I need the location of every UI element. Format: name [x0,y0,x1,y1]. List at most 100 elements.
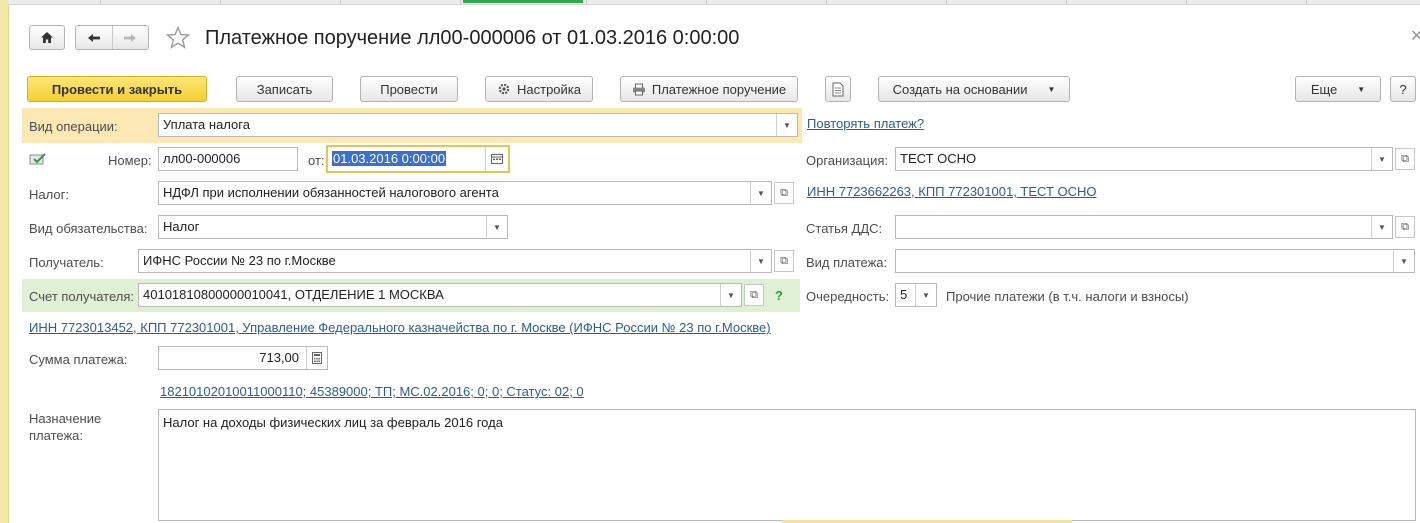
document-icon [832,82,844,96]
priority-select[interactable]: 5 ▼ [895,283,937,307]
tax-value: НДФЛ при исполнении обязанностей налогов… [163,185,499,200]
dropdown-arrow-icon[interactable]: ▼ [915,284,936,306]
organization-label: Организация: [806,153,889,168]
more-button[interactable]: Еще ▼ [1295,76,1381,102]
open-icon: ⧉ [1401,220,1409,233]
open-windows-strip [8,0,1420,5]
open-organization-button[interactable]: ⧉ [1395,148,1415,170]
date-field[interactable]: 01.03.2016 0:00:00 [326,145,510,173]
obligation-value: Налог [163,219,200,234]
purpose-value: Налог на доходы физических лиц за феврал… [163,415,503,430]
number-label: Номер: [108,153,152,168]
tax-field[interactable]: НДФЛ при исполнении обязанностей налогов… [158,181,772,205]
dropdown-arrow-icon[interactable]: ▼ [750,250,771,272]
tax-details-link[interactable]: 18210102010011000110; 45389000; ТП; МС.0… [160,384,584,399]
organization-value: ТЕСТ ОСНО [900,151,977,166]
arrow-left-icon [87,33,100,42]
recipient-account-field[interactable]: 40101810800000010041, ОТДЕЛЕНИЕ 1 МОСКВА… [138,283,742,307]
dropdown-arrow-icon[interactable]: ▼ [720,284,741,306]
close-icon: ✕ [1410,28,1420,45]
dropdown-arrow-icon: ▼ [1047,84,1056,94]
left-panel-strip [0,0,9,523]
payment-kind-select[interactable]: ▼ [895,249,1415,273]
open-recipient-button[interactable]: ⧉ [774,250,794,272]
open-icon: ⧉ [750,288,758,301]
open-tax-button[interactable]: ⧉ [774,182,794,204]
history-nav [75,25,149,50]
purpose-label-line2: платежа: [29,428,83,443]
date-value: 01.03.2016 0:00:00 [332,151,447,166]
calendar-icon[interactable] [485,147,508,171]
organization-field[interactable]: ТЕСТ ОСНО ▼ [895,147,1393,171]
back-button[interactable] [76,26,113,49]
dropdown-arrow-icon[interactable]: ▼ [1393,250,1414,272]
help-button[interactable]: ? [1390,76,1416,102]
forward-button[interactable] [113,26,148,49]
help-label: ? [1399,81,1407,97]
post-label: Провести [380,81,438,97]
posted-status-icon [29,152,47,169]
amount-field[interactable]: 713,00 [158,346,328,370]
window-title: Платежное поручение лл00-000006 от 01.03… [205,27,740,49]
priority-value: 5 [900,287,908,302]
post-and-close-label: Провести и закрыть [51,81,183,97]
open-recipient-account-button[interactable]: ⧉ [744,284,764,306]
purpose-textarea[interactable]: Налог на доходы физических лиц за феврал… [158,409,1416,521]
home-button[interactable] [29,25,65,50]
recipient-value: ИФНС России № 23 по г.Москве [143,253,336,268]
print-label: Платежное поручение [651,81,787,97]
amount-label: Сумма платежа: [29,352,128,367]
dds-field[interactable]: ▼ [895,215,1393,239]
dropdown-arrow-icon[interactable]: ▼ [486,216,507,238]
settings-label: Настройка [517,81,581,97]
number-field[interactable]: лл00-000006 [158,147,298,171]
open-icon: ⧉ [780,186,788,199]
operation-type-label: Вид операции: [29,119,118,134]
arrow-right-icon [124,33,137,42]
tax-label: Налог: [29,187,69,202]
report-button[interactable] [825,76,851,102]
calculator-icon[interactable] [306,347,327,369]
create-based-on-label: Создать на основании [892,81,1028,97]
favorite-star-button[interactable] [165,25,191,52]
save-label: Записать [256,81,313,97]
organization-details-link[interactable]: ИНН 7723662263, КПП 772301001, ТЕСТ ОСНО [807,184,1097,199]
recipient-account-label: Счет получателя: [29,289,135,304]
date-label: от: [308,153,325,168]
open-icon: ⧉ [1401,152,1409,165]
open-dds-button[interactable]: ⧉ [1395,216,1415,238]
recipient-field[interactable]: ИФНС России № 23 по г.Москве ▼ [138,249,772,273]
star-icon [165,25,191,49]
home-icon [41,32,53,43]
more-label: Еще [1310,81,1338,97]
settings-button[interactable]: Настройка [485,76,593,102]
create-based-on-button[interactable]: Создать на основании ▼ [878,76,1070,102]
obligation-label: Вид обязательства: [29,221,148,236]
operation-type-value: Уплата налога [163,117,250,132]
number-value: лл00-000006 [163,151,241,166]
repeat-payment-link[interactable]: Повторять платеж? [807,116,924,131]
dropdown-arrow-icon[interactable]: ▼ [1371,216,1392,238]
purpose-label-line1: Назначение [29,411,102,426]
print-payment-order-button[interactable]: Платежное поручение [620,76,798,102]
recipient-label: Получатель: [29,255,104,270]
active-window-tab[interactable] [463,0,583,3]
priority-label: Очередность: [806,289,890,304]
dropdown-arrow-icon[interactable]: ▼ [750,182,771,204]
dropdown-arrow-icon[interactable]: ▼ [776,114,797,136]
obligation-select[interactable]: Налог ▼ [158,215,508,239]
gear-icon [498,83,510,95]
recipient-account-help[interactable]: ? [775,288,783,303]
post-button[interactable]: Провести [360,76,458,102]
open-icon: ⧉ [780,254,788,267]
dropdown-arrow-icon: ▼ [1357,84,1366,94]
dds-label: Статья ДДС: [806,221,883,236]
recipient-account-value: 40101810800000010041, ОТДЕЛЕНИЕ 1 МОСКВА [143,287,444,302]
post-and-close-button[interactable]: Провести и закрыть [27,76,207,102]
dropdown-arrow-icon[interactable]: ▼ [1371,148,1392,170]
payment-kind-label: Вид платежа: [806,255,888,270]
operation-type-select[interactable]: Уплата налога ▼ [158,113,798,137]
recipient-details-link[interactable]: ИНН 7723013452, КПП 772301001, Управлени… [29,320,771,335]
close-window-button[interactable]: ✕ [1410,26,1420,46]
save-button[interactable]: Записать [236,76,333,102]
